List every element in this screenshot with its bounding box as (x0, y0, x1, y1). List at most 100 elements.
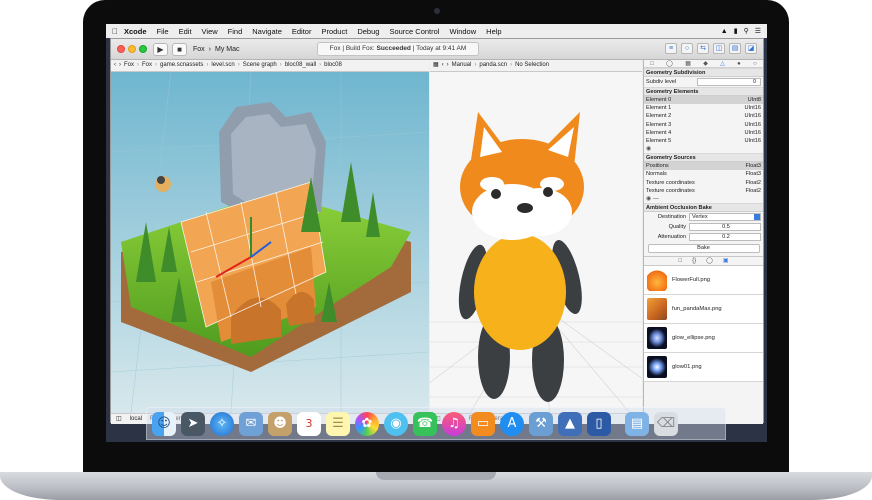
list-item[interactable]: Texture coordinates Float2 (644, 187, 763, 195)
debug-toggle-icon[interactable]: ▤ (729, 43, 741, 54)
menu-editor[interactable]: Editor (292, 27, 312, 36)
mail-icon[interactable]: ✉ (239, 412, 263, 436)
bake-button[interactable]: Bake (647, 243, 760, 253)
list-item[interactable]: fun_pandaMax.png (644, 294, 763, 324)
facetime-icon[interactable]: ☎ (413, 412, 437, 436)
physics-inspector-icon[interactable]: ○ (753, 60, 757, 67)
jump-item[interactable]: Scene graph (243, 60, 277, 71)
apple-menu-icon[interactable]:  (106, 27, 124, 36)
jump-item[interactable]: bloc08_wall (285, 60, 316, 71)
editor-version-icon[interactable]: ⇆ (697, 43, 709, 54)
search-icon[interactable]: ⚲ (744, 27, 749, 35)
identity-inspector-icon[interactable]: ▦ (685, 60, 691, 67)
close-button[interactable] (117, 45, 125, 53)
jump-item[interactable]: Fox (124, 60, 134, 71)
instruments-icon[interactable]: ▲ (558, 412, 582, 436)
material-inspector-icon[interactable]: ● (737, 60, 741, 67)
menu-find[interactable]: Find (228, 27, 243, 36)
list-item[interactable]: Texture coordinates Float2 (644, 179, 763, 187)
list-item[interactable]: glow01.png (644, 352, 763, 382)
list-item[interactable]: FlowerFull.png (644, 265, 763, 295)
run-button[interactable]: ▶ (153, 43, 168, 56)
list-item[interactable]: Element 3 UInt16 (644, 121, 763, 129)
utilities-toggle-icon[interactable]: ◪ (745, 43, 757, 54)
menu-file[interactable]: File (157, 27, 169, 36)
attenuation-input[interactable]: 0.2 (689, 232, 761, 241)
sidebar-toggle-icon[interactable]: ◫ (116, 414, 122, 424)
menu-product[interactable]: Product (321, 27, 347, 36)
right-jump-bar: ▦ ‹ › Manual › panda.scn › No Selection (430, 60, 642, 72)
xcode-icon[interactable]: ⚒ (529, 412, 553, 436)
object-library-icon[interactable]: ◯ (706, 257, 713, 265)
eye-icon[interactable]: ◉ — (644, 195, 763, 203)
contacts-icon[interactable]: ☻ (268, 412, 292, 436)
messages-icon[interactable]: ◉ (384, 412, 408, 436)
list-item[interactable]: Element 4 UInt16 (644, 129, 763, 137)
code-snippet-icon[interactable]: {} (692, 257, 696, 265)
menu-icon[interactable]: ☰ (755, 27, 761, 35)
trash-icon[interactable]: ⌫ (654, 412, 678, 436)
zoom-button[interactable] (139, 45, 147, 53)
jump-item[interactable]: No Selection (515, 60, 549, 71)
launchpad-icon[interactable]: ➤ (181, 412, 205, 436)
downloads-folder-icon[interactable]: ▤ (625, 412, 649, 436)
media-library-icon[interactable]: ▣ (723, 257, 729, 265)
jump-item[interactable]: bloc08 (324, 60, 342, 71)
menu-edit[interactable]: Edit (179, 27, 192, 36)
list-item[interactable]: Element 1 UInt16 (644, 104, 763, 112)
level-scene-viewport[interactable] (111, 72, 429, 413)
list-item[interactable]: Element 2 UInt16 (644, 112, 763, 120)
app-store-icon[interactable]: A (500, 412, 524, 436)
menu-source-control[interactable]: Source Control (389, 27, 439, 36)
menu-debug[interactable]: Debug (357, 27, 379, 36)
photos-icon[interactable]: ✿ (355, 412, 379, 436)
jump-item[interactable]: level.scn (211, 60, 234, 71)
menu-window[interactable]: Window (449, 27, 476, 36)
subdiv-stepper[interactable]: 0 (697, 78, 761, 86)
editor-standard-icon[interactable]: ≡ (665, 43, 677, 54)
file-inspector-icon[interactable]: □ (650, 60, 654, 67)
file-template-icon[interactable]: □ (678, 257, 682, 265)
safari-icon[interactable]: ✧ (210, 412, 234, 436)
attributes-inspector-icon[interactable]: ◆ (703, 60, 708, 67)
help-inspector-icon[interactable]: ◯ (666, 60, 673, 67)
grid-icon[interactable]: ▦ (433, 60, 439, 71)
music-icon[interactable]: ♫ (442, 412, 466, 436)
wifi-icon[interactable]: ▲ (721, 28, 728, 35)
stop-button[interactable]: ■ (172, 43, 187, 56)
menu-view[interactable]: View (202, 27, 218, 36)
scheme-name: Fox (193, 46, 205, 53)
calendar-icon[interactable]: 3 (297, 412, 321, 436)
destination-select[interactable]: Vertex (689, 212, 761, 221)
forward-icon[interactable]: › (119, 60, 121, 71)
menu-app[interactable]: Xcode (124, 27, 147, 36)
jump-item[interactable]: Fox (142, 60, 152, 71)
menu-navigate[interactable]: Navigate (252, 27, 282, 36)
books-icon[interactable]: ▭ (471, 412, 495, 436)
local-selector[interactable]: local (130, 414, 142, 424)
finder-icon[interactable]: ☺ (152, 412, 176, 436)
battery-icon[interactable]: ▮ (734, 27, 738, 35)
jump-item[interactable]: Manual (452, 60, 472, 71)
quality-input[interactable]: 0.5 (689, 222, 761, 231)
eye-icon[interactable]: ◉ (644, 145, 763, 153)
notes-icon[interactable]: ☰ (326, 412, 350, 436)
back-icon[interactable]: ‹ (114, 60, 116, 71)
geometry-inspector-icon[interactable]: △ (720, 60, 725, 67)
list-item[interactable]: Element 5 UInt16 (644, 137, 763, 145)
menu-help[interactable]: Help (486, 27, 501, 36)
panda-scene-viewport[interactable] (430, 72, 642, 413)
back-icon[interactable]: ‹ (442, 60, 444, 71)
list-item[interactable]: Element 0 UInt8 (644, 96, 763, 105)
list-item[interactable]: Positions Float3 (644, 162, 763, 171)
scheme-selector[interactable]: Fox › My Mac (193, 43, 240, 56)
list-item[interactable]: Normals Float3 (644, 170, 763, 178)
list-item[interactable]: glow_ellipse.png (644, 323, 763, 353)
editor-assistant-icon[interactable]: ○ (681, 43, 693, 54)
simulator-icon[interactable]: ▯ (587, 412, 611, 436)
minimize-button[interactable] (128, 45, 136, 53)
navigator-toggle-icon[interactable]: ◫ (713, 43, 725, 54)
forward-icon[interactable]: › (447, 60, 449, 71)
jump-item[interactable]: game.scnassets (160, 60, 203, 71)
jump-item[interactable]: panda.scn (479, 60, 507, 71)
